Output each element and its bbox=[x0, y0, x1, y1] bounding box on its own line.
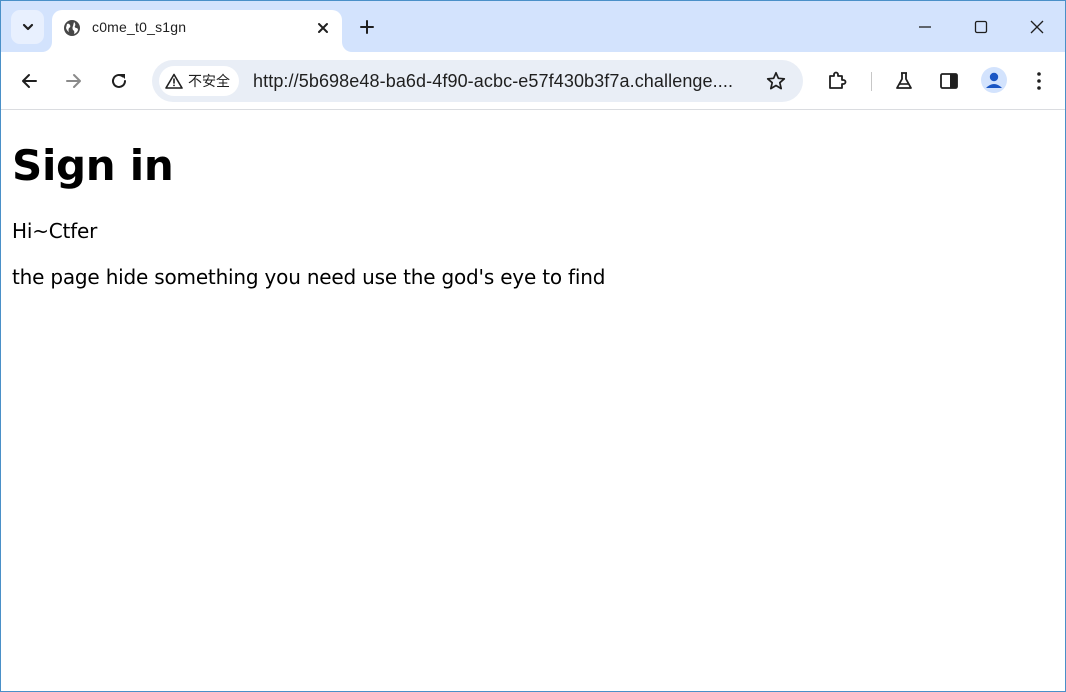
page-content: Sign in Hi~Ctfer the page hide something… bbox=[1, 111, 1065, 691]
maximize-button[interactable] bbox=[953, 1, 1009, 52]
back-button[interactable] bbox=[13, 65, 45, 97]
labs-button[interactable] bbox=[888, 65, 920, 97]
new-tab-button[interactable] bbox=[353, 13, 381, 41]
toolbar: 不安全 http://5b698e48-ba6d-4f90-acbc-e57f4… bbox=[1, 52, 1065, 110]
url-text[interactable]: http://5b698e48-ba6d-4f90-acbc-e57f430b3… bbox=[253, 71, 761, 92]
tab-close-button[interactable] bbox=[312, 17, 334, 39]
reload-button[interactable] bbox=[103, 65, 135, 97]
plus-icon bbox=[360, 20, 374, 34]
close-icon bbox=[1030, 20, 1044, 33]
extensions-button[interactable] bbox=[821, 65, 853, 97]
greeting-text: Hi~Ctfer bbox=[12, 219, 98, 243]
tab-search-button[interactable] bbox=[11, 10, 44, 44]
menu-button[interactable] bbox=[1023, 65, 1055, 97]
bookmark-button[interactable] bbox=[763, 68, 789, 94]
tab-strip: c0me_t0_s1gn bbox=[1, 1, 1065, 52]
toolbar-separator bbox=[871, 72, 872, 91]
flask-icon bbox=[896, 72, 912, 89]
warning-icon bbox=[165, 73, 183, 89]
forward-arrow-icon bbox=[66, 74, 81, 88]
maximize-icon bbox=[974, 20, 988, 33]
security-label: 不安全 bbox=[188, 74, 230, 90]
profile-icon bbox=[986, 72, 1002, 88]
more-vert-icon bbox=[1037, 72, 1041, 90]
minimize-button[interactable] bbox=[897, 1, 953, 52]
side-panel-button[interactable] bbox=[933, 65, 965, 97]
close-icon bbox=[318, 23, 328, 33]
page-title: Sign in bbox=[12, 141, 174, 190]
side-panel-icon bbox=[940, 73, 958, 89]
window-close-button[interactable] bbox=[1009, 1, 1065, 52]
star-icon bbox=[766, 71, 786, 90]
profile-button[interactable] bbox=[981, 67, 1007, 93]
forward-button[interactable] bbox=[58, 65, 90, 97]
puzzle-icon bbox=[829, 71, 847, 89]
minimize-icon bbox=[919, 25, 931, 28]
globe-icon bbox=[62, 18, 82, 38]
back-arrow-icon bbox=[22, 74, 37, 88]
tab-title: c0me_t0_s1gn bbox=[92, 19, 187, 35]
reload-icon bbox=[112, 73, 126, 88]
address-bar[interactable]: 不安全 http://5b698e48-ba6d-4f90-acbc-e57f4… bbox=[152, 60, 803, 102]
chevron-down-icon bbox=[22, 23, 33, 31]
security-chip[interactable]: 不安全 bbox=[159, 66, 239, 96]
hint-text: the page hide something you need use the… bbox=[12, 265, 606, 289]
browser-window: c0me_t0_s1gn 不安全 http://5b698e48-ba6d-4f… bbox=[0, 0, 1066, 692]
active-tab[interactable]: c0me_t0_s1gn bbox=[52, 10, 342, 52]
